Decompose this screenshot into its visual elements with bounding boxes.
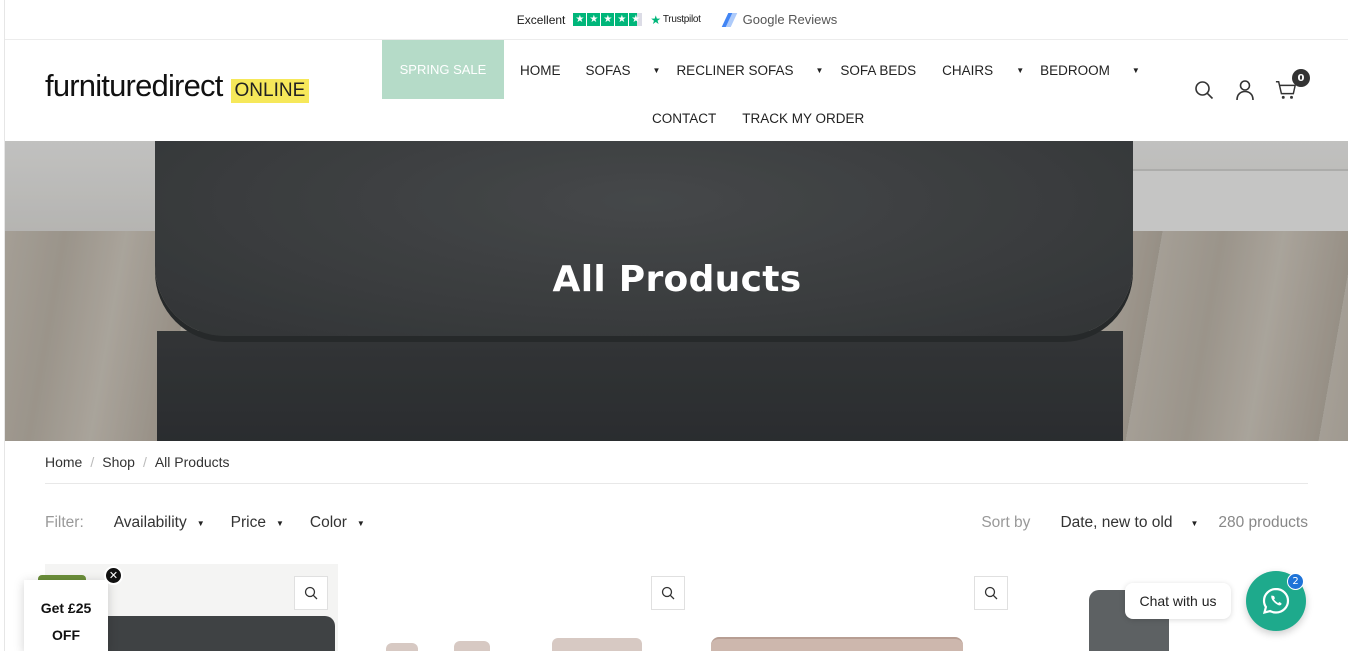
nav-item-bedroom[interactable]: BEDROOM ▼ bbox=[1040, 63, 1140, 78]
breadcrumb-shop[interactable]: Shop bbox=[102, 454, 135, 483]
google-reviews-widget[interactable]: Google Reviews bbox=[721, 12, 838, 28]
google-reviews-icon bbox=[721, 12, 739, 28]
zoom-icon bbox=[984, 586, 998, 600]
nav-item-chairs[interactable]: CHAIRS ▼ bbox=[942, 63, 1040, 78]
coupon-line-2: OFF bbox=[52, 627, 80, 643]
star-icon: ★ bbox=[573, 13, 587, 26]
filter-label: Filter: bbox=[45, 514, 84, 531]
nav-label: RECLINER SOFAS bbox=[676, 62, 794, 78]
main-nav: HOME SOFAS ▼ RECLINER SOFAS ▼ SOFA BEDS … bbox=[520, 60, 1140, 80]
caret-down-icon: ▼ bbox=[1190, 518, 1199, 528]
star-icon: ★ bbox=[587, 13, 601, 26]
sort-label: Sort by bbox=[981, 514, 1031, 531]
site-header: furnituredirect ONLINE SPRING SALE HOME … bbox=[5, 40, 1348, 141]
zoom-icon bbox=[661, 586, 675, 600]
nav-label: BEDROOM bbox=[1040, 62, 1110, 78]
product-grid bbox=[45, 564, 1308, 651]
google-reviews-label: Google Reviews bbox=[742, 12, 838, 27]
sort-value: Date, new to old bbox=[1060, 514, 1173, 531]
product-card[interactable] bbox=[368, 564, 685, 651]
chat-notification-badge: 2 bbox=[1287, 573, 1304, 590]
whatsapp-icon bbox=[1262, 587, 1290, 615]
trustpilot-brand: Trustpilot bbox=[662, 14, 701, 25]
nav-item-sofa-beds[interactable]: SOFA BEDS bbox=[840, 63, 916, 78]
caret-down-icon: ▼ bbox=[815, 65, 824, 75]
filter-name: Color bbox=[309, 514, 347, 531]
search-button[interactable] bbox=[1193, 78, 1215, 102]
caret-down-icon: ▼ bbox=[652, 65, 661, 75]
quick-view-button[interactable] bbox=[974, 576, 1008, 610]
hero-banner: All Products bbox=[5, 141, 1348, 441]
product-image bbox=[552, 638, 642, 651]
product-card[interactable] bbox=[691, 564, 1008, 651]
review-bar: Excellent ★ ★ ★ ★ ★ ★ Trustpilot Google … bbox=[5, 0, 1348, 40]
site-logo[interactable]: furnituredirect ONLINE bbox=[45, 68, 310, 104]
star-icon: ★ bbox=[629, 13, 643, 26]
product-image bbox=[711, 637, 963, 651]
sort-select[interactable]: Date, new to old ▼ bbox=[1060, 514, 1198, 532]
caret-down-icon: ▼ bbox=[1016, 65, 1025, 75]
chat-label[interactable]: Chat with us bbox=[1125, 583, 1231, 619]
nav-label: HOME bbox=[520, 62, 561, 78]
filter-name: Availability bbox=[113, 514, 187, 531]
quick-view-button[interactable] bbox=[651, 576, 685, 610]
nav-item-recliner-sofas[interactable]: RECLINER SOFAS ▼ bbox=[676, 63, 840, 78]
product-image bbox=[454, 641, 490, 651]
page-title: All Products bbox=[552, 259, 802, 300]
trustpilot-star-icon: ★ bbox=[650, 12, 661, 27]
caret-down-icon: ▼ bbox=[196, 518, 205, 528]
filter-price[interactable]: Price ▼ bbox=[231, 514, 284, 532]
page: Excellent ★ ★ ★ ★ ★ ★ Trustpilot Google … bbox=[4, 0, 1348, 651]
user-icon bbox=[1236, 80, 1254, 101]
breadcrumb: Home / Shop / All Products bbox=[45, 454, 1308, 484]
coupon-line-1: Get £25 bbox=[40, 600, 92, 616]
breadcrumb-separator: / bbox=[90, 454, 95, 470]
close-icon: ✕ bbox=[108, 569, 119, 582]
coupon-close-button[interactable]: ✕ bbox=[104, 566, 123, 585]
nav-label: CHAIRS bbox=[942, 62, 994, 78]
account-button[interactable] bbox=[1234, 78, 1256, 102]
nav-item-contact[interactable]: CONTACT bbox=[652, 111, 716, 126]
sort-controls: Sort by Date, new to old ▼ 280 products bbox=[981, 514, 1308, 532]
breadcrumb-home[interactable]: Home bbox=[45, 454, 82, 483]
breadcrumb-current: All Products bbox=[154, 454, 230, 470]
secondary-nav: CONTACT TRACK MY ORDER bbox=[652, 111, 864, 126]
nav-item-track-order[interactable]: TRACK MY ORDER bbox=[742, 111, 864, 126]
trustpilot-stars: ★ ★ ★ ★ ★ bbox=[573, 13, 643, 26]
nav-label: SOFA BEDS bbox=[840, 62, 917, 78]
cart-count-badge: 0 bbox=[1292, 69, 1310, 87]
nav-label: SOFAS bbox=[585, 62, 631, 78]
filter-color[interactable]: Color ▼ bbox=[310, 514, 365, 532]
product-image bbox=[95, 616, 335, 651]
caret-down-icon: ▼ bbox=[356, 518, 365, 528]
search-icon bbox=[1195, 81, 1214, 100]
filter-name: Price bbox=[230, 514, 266, 531]
logo-badge: ONLINE bbox=[230, 79, 310, 103]
cart-button[interactable]: 0 bbox=[1275, 69, 1310, 102]
caret-down-icon: ▼ bbox=[1131, 65, 1140, 75]
quick-view-button[interactable] bbox=[294, 576, 328, 610]
caret-down-icon: ▼ bbox=[275, 518, 284, 528]
star-icon: ★ bbox=[601, 13, 615, 26]
star-icon: ★ bbox=[615, 13, 629, 26]
product-image bbox=[386, 643, 418, 651]
nav-item-home[interactable]: HOME bbox=[520, 63, 561, 78]
logo-text: furnituredirect bbox=[45, 68, 223, 103]
filter-bar: Filter: Availability ▼ Price ▼ Color ▼ S… bbox=[45, 512, 1308, 534]
spring-sale-link[interactable]: SPRING SALE bbox=[382, 40, 504, 99]
zoom-icon bbox=[304, 586, 318, 600]
trustpilot-logo: ★ Trustpilot bbox=[650, 12, 701, 27]
breadcrumb-separator: / bbox=[142, 454, 147, 470]
coupon-widget[interactable]: Get £25 OFF bbox=[24, 580, 108, 651]
product-count: 280 products bbox=[1218, 514, 1308, 531]
header-icons: 0 bbox=[1193, 69, 1310, 102]
trustpilot-rating: Excellent bbox=[516, 12, 566, 27]
filter-availability[interactable]: Availability ▼ bbox=[114, 514, 205, 532]
nav-item-sofas[interactable]: SOFAS ▼ bbox=[586, 63, 677, 78]
trustpilot-widget[interactable]: Excellent ★ ★ ★ ★ ★ ★ Trustpilot bbox=[517, 13, 701, 27]
